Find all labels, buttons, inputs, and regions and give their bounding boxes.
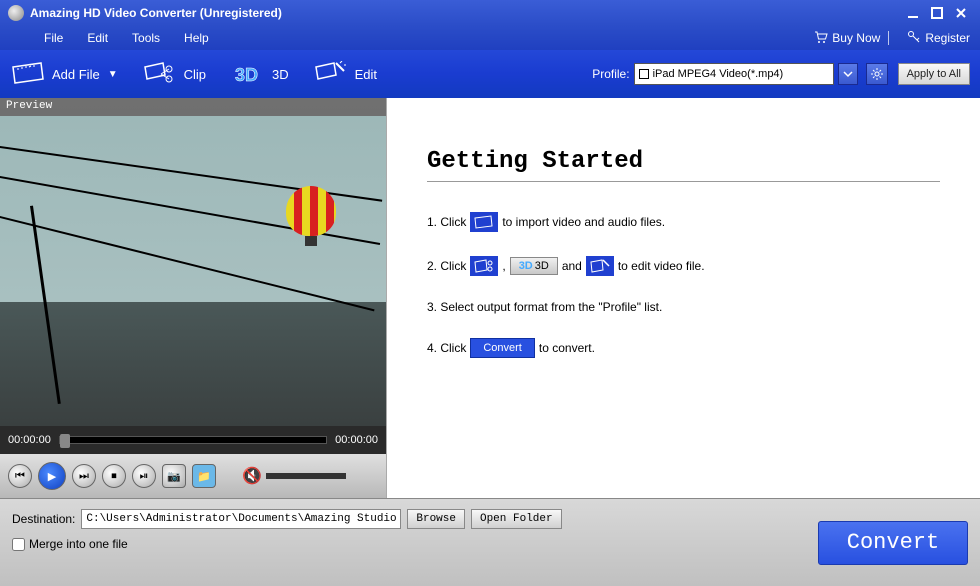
preview-pane: Preview 00:00:00 00:00:00 ⏮ ▶ ⏭ ⏹ ⏯ 📷 📁 …	[0, 98, 386, 498]
3d-button[interactable]: 3D 3D	[230, 60, 289, 88]
step-4-text-c: to convert.	[539, 341, 595, 355]
add-file-label: Add File	[52, 67, 100, 82]
preview-label: Preview	[0, 98, 386, 116]
profile-area: Profile: iPad MPEG4 Video(*.mp4) Apply t…	[592, 63, 970, 85]
time-bar: 00:00:00 00:00:00	[0, 426, 386, 454]
inline-edit-icon	[586, 256, 614, 276]
wand-icon	[313, 60, 349, 88]
register-link[interactable]: Register	[907, 30, 970, 47]
filmstrip-icon	[10, 60, 46, 88]
dropdown-caret-icon: ▼	[108, 69, 118, 80]
profile-value: iPad MPEG4 Video(*.mp4)	[653, 68, 784, 80]
step-3: 3. Select output format from the "Profil…	[427, 300, 940, 314]
3d-label: 3D	[272, 67, 289, 82]
app-icon	[8, 5, 24, 21]
minimize-button[interactable]	[902, 4, 924, 22]
profile-select[interactable]: iPad MPEG4 Video(*.mp4)	[634, 63, 834, 85]
step-4: 4. Click Convert to convert.	[427, 338, 940, 358]
player-controls: ⏮ ▶ ⏭ ⏹ ⏯ 📷 📁 🔇	[0, 454, 386, 498]
profile-dropdown-button[interactable]	[838, 63, 858, 85]
scissors-icon	[142, 60, 178, 88]
time-total: 00:00:00	[335, 434, 378, 446]
bottom-bar: Destination: Browse Open Folder Merge in…	[0, 498, 980, 586]
separator	[888, 31, 889, 45]
window-title: Amazing HD Video Converter (Unregistered…	[30, 6, 282, 20]
inline-3d-button: 3D3D3D	[510, 257, 558, 275]
cart-icon	[814, 30, 828, 47]
clip-label: Clip	[184, 67, 206, 82]
volume-slider[interactable]	[266, 473, 346, 479]
profile-label: Profile:	[592, 67, 629, 81]
menu-file[interactable]: File	[44, 31, 63, 45]
register-label: Register	[925, 31, 970, 45]
time-current: 00:00:00	[8, 434, 51, 446]
profile-settings-button[interactable]	[866, 63, 888, 85]
step-2: 2. Click , 3D3D3D and to edit video file…	[427, 256, 940, 276]
prev-button[interactable]: ⏮	[8, 464, 32, 488]
step-button[interactable]: ⏯	[132, 464, 156, 488]
content-area: Preview 00:00:00 00:00:00 ⏮ ▶ ⏭ ⏹ ⏯ 📷 📁 …	[0, 98, 980, 498]
step-4-text-a: 4. Click	[427, 341, 466, 355]
stop-button[interactable]: ⏹	[102, 464, 126, 488]
merge-label: Merge into one file	[29, 537, 128, 551]
add-file-button[interactable]: Add File ▼	[10, 60, 118, 88]
svg-text:3D: 3D	[235, 65, 258, 85]
destination-label: Destination:	[12, 512, 75, 526]
buy-now-link[interactable]: Buy Now	[814, 30, 880, 47]
menu-tools[interactable]: Tools	[132, 31, 160, 45]
step-2-text-e: to edit video file.	[618, 259, 705, 273]
step-1-text-b: to import video and audio files.	[502, 215, 665, 229]
menu-edit[interactable]: Edit	[87, 31, 108, 45]
open-folder-button[interactable]: Open Folder	[471, 509, 562, 529]
buy-now-label: Buy Now	[832, 31, 880, 45]
merge-checkbox[interactable]	[12, 538, 25, 551]
browse-button[interactable]: Browse	[407, 509, 465, 529]
edit-button[interactable]: Edit	[313, 60, 377, 88]
seek-slider[interactable]	[59, 436, 327, 444]
main-pane: Getting Started 1. Click to import video…	[386, 98, 980, 498]
step-1: 1. Click to import video and audio files…	[427, 212, 940, 232]
menu-help[interactable]: Help	[184, 31, 209, 45]
play-button[interactable]: ▶	[38, 462, 66, 490]
toolbar: Add File ▼ Clip 3D 3D Edit Profile: iPad…	[0, 50, 980, 98]
step-1-text-a: 1. Click	[427, 215, 466, 229]
close-button[interactable]	[950, 4, 972, 22]
getting-started-title: Getting Started	[427, 148, 940, 182]
3d-icon: 3D	[230, 60, 266, 88]
menubar: File Edit Tools Help Buy Now Register	[0, 26, 980, 50]
mute-icon[interactable]: 🔇	[242, 466, 262, 486]
folder-button[interactable]: 📁	[192, 464, 216, 488]
snapshot-button[interactable]: 📷	[162, 464, 186, 488]
key-icon	[907, 30, 921, 47]
inline-clip-icon	[470, 256, 498, 276]
clip-button[interactable]: Clip	[142, 60, 206, 88]
next-button[interactable]: ⏭	[72, 464, 96, 488]
step-2-and: and	[562, 259, 582, 273]
destination-input[interactable]	[81, 509, 401, 529]
edit-label: Edit	[355, 67, 377, 82]
preview-image	[0, 116, 386, 426]
convert-button[interactable]: Convert	[818, 521, 968, 565]
format-icon	[639, 69, 649, 79]
step-2-text-a: 2. Click	[427, 259, 466, 273]
inline-add-file-icon	[470, 212, 498, 232]
titlebar: Amazing HD Video Converter (Unregistered…	[0, 0, 980, 26]
apply-to-all-button[interactable]: Apply to All	[898, 63, 970, 85]
step-2-comma: ,	[502, 259, 505, 273]
maximize-button[interactable]	[926, 4, 948, 22]
inline-convert-button: Convert	[470, 338, 535, 358]
step-3-text: 3. Select output format from the "Profil…	[427, 300, 662, 314]
balloon-graphic	[286, 186, 336, 246]
